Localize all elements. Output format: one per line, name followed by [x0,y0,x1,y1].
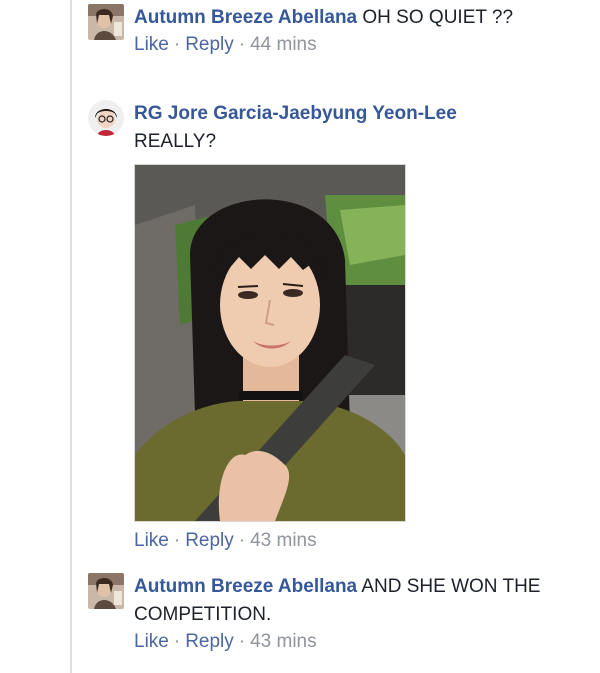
comment-timestamp[interactable]: 43 mins [250,530,317,551]
reply-button[interactable]: Reply [185,530,234,551]
comment-timestamp[interactable]: 43 mins [250,631,317,652]
comment-attached-photo[interactable] [134,164,406,522]
avatar-photo [88,573,124,609]
comment-text: REALLY? [134,131,217,152]
comment-author-link[interactable]: Autumn Breeze Abellana [134,576,357,597]
separator-dot: · [173,530,181,551]
like-button[interactable]: Like [134,530,169,551]
separator-dot: · [238,34,246,55]
separator-dot: · [238,530,246,551]
reply-button[interactable]: Reply [185,34,234,55]
like-button[interactable]: Like [134,631,169,652]
avatar[interactable] [88,100,124,136]
separator-dot: · [173,34,181,55]
thread-rule [70,0,72,673]
comment-timestamp[interactable]: 44 mins [250,34,317,55]
like-button[interactable]: Like [134,34,169,55]
avatar-photo [88,4,124,40]
reply-button[interactable]: Reply [185,631,234,652]
comment-actions: Like · Reply · 43 mins [134,629,554,655]
avatar-photo [88,100,124,136]
avatar[interactable] [88,573,124,609]
comment-author-link[interactable]: Autumn Breeze Abellana [134,7,357,28]
selfie-image [135,165,405,521]
comment-text: OH SO QUIET ?? [362,7,514,28]
comment-author-link[interactable]: RG Jore Garcia-Jaebyung Yeon-Lee [134,103,457,124]
separator-dot: · [238,631,246,652]
avatar[interactable] [88,4,124,40]
separator-dot: · [173,631,181,652]
comment-actions: Like · Reply · 44 mins [134,32,554,58]
comment-actions: Like · Reply · 43 mins [134,528,554,554]
